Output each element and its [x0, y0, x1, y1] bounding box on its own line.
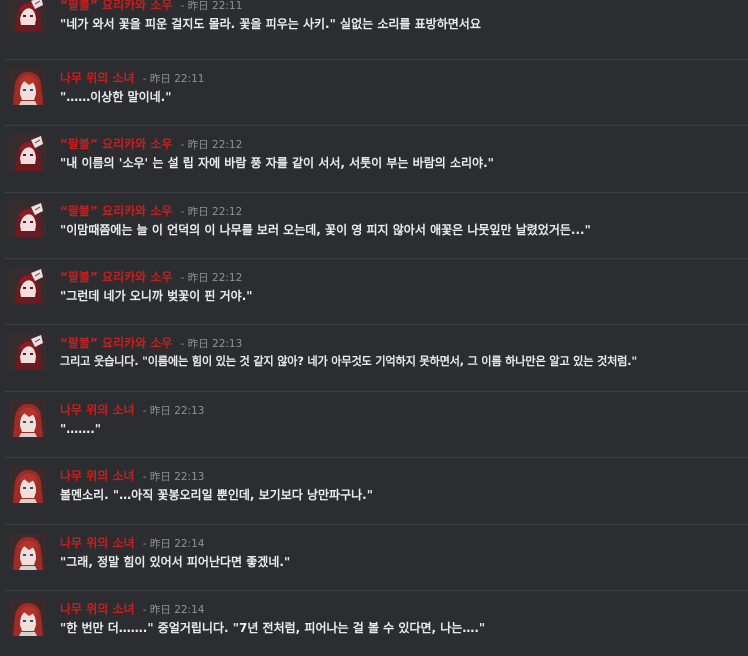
chat-message: “팔불” 요리카와 소우 - 昨日 22:12 "그런데 네가 오니까 벚꽃이 … [0, 258, 748, 324]
author-name[interactable]: “팔불” 요리카와 소우 [60, 270, 172, 284]
message-divider [4, 590, 748, 591]
timestamp: - 昨日 22:12 [180, 139, 243, 151]
chat-message: “팔불” 요리카와 소우 - 昨日 22:11 "네가 와서 꽃을 피운 걸지도… [0, 0, 748, 52]
message-header: “팔불” 요리카와 소우 - 昨日 22:11 [60, 0, 242, 13]
message-text: "……." [60, 422, 102, 436]
chat-message: 나무 위의 소녀 - 昨日 22:14 "그래, 정말 힘이 있어서 피어난다면… [0, 524, 748, 590]
author-name[interactable]: “팔불” 요리카와 소우 [60, 204, 172, 218]
message-text: "그래, 정말 힘이 있어서 피어난다면 좋겠네." [60, 555, 291, 569]
chat-message: “팔불” 요리카와 소우 - 昨日 22:12 "내 이름의 '소우' 는 설 … [0, 125, 748, 191]
message-header: 나무 위의 소녀 - 昨日 22:14 [60, 533, 204, 551]
chat-message: 나무 위의 소녀 - 昨日 22:13 "……." [0, 391, 748, 457]
girl-avatar-icon[interactable] [9, 400, 46, 437]
author-name[interactable]: “팔불” 요리카와 소우 [60, 336, 172, 350]
timestamp: - 昨日 22:12 [180, 272, 243, 284]
chat-message: “팔불” 요리카와 소우 - 昨日 22:12 "이맘때쯤에는 늘 이 언덕의 … [0, 192, 748, 258]
message-text: "이맘때쯤에는 늘 이 언덕의 이 나무를 보러 오는데, 꽃이 영 피지 않아… [60, 223, 591, 237]
message-text: "……이상한 말이네." [60, 90, 172, 104]
author-name[interactable]: “팔불” 요리카와 소우 [60, 137, 172, 151]
timestamp: - 昨日 22:14 [142, 604, 205, 616]
timestamp: - 昨日 22:11 [142, 73, 205, 85]
message-divider [4, 524, 748, 525]
message-divider [4, 324, 748, 325]
timestamp: - 昨日 22:11 [180, 0, 243, 12]
timestamp: - 昨日 22:12 [180, 206, 243, 218]
message-header: “팔불” 요리카와 소우 - 昨日 22:13 [60, 333, 242, 351]
message-header: 나무 위의 소녀 - 昨日 22:13 [60, 400, 204, 418]
timestamp: - 昨日 22:14 [142, 538, 205, 550]
message-divider [4, 457, 748, 458]
author-name[interactable]: 나무 위의 소녀 [60, 469, 135, 483]
message-text: 볼멘소리. "…아직 꽃봉오리일 뿐인데, 보기보다 낭만파구나." [60, 488, 373, 502]
girl-avatar-icon[interactable] [9, 466, 46, 503]
soun-avatar-icon[interactable] [9, 134, 46, 171]
soun-avatar-icon[interactable] [9, 0, 46, 32]
author-name[interactable]: “팔불” 요리카와 소우 [60, 0, 172, 12]
timestamp: - 昨日 22:13 [180, 338, 243, 350]
chat-message: 나무 위의 소녀 - 昨日 22:11 "……이상한 말이네." [0, 59, 748, 125]
author-name[interactable]: 나무 위의 소녀 [60, 403, 135, 417]
message-header: 나무 위의 소녀 - 昨日 22:14 [60, 599, 204, 617]
message-divider [4, 59, 748, 60]
chat-message: 나무 위의 소녀 - 昨日 22:13 볼멘소리. "…아직 꽃봉오리일 뿐인데… [0, 457, 748, 523]
soun-avatar-icon[interactable] [9, 267, 46, 304]
message-text: "내 이름의 '소우' 는 설 립 자에 바람 풍 자를 같이 서서, 서툿이 … [60, 156, 494, 170]
message-divider [4, 391, 748, 392]
message-divider [4, 125, 748, 126]
message-text: 그리고 웃습니다. "이름에는 힘이 있는 것 같지 않아? 네가 아무것도 기… [60, 355, 637, 368]
chat-message: “팔불” 요리카와 소우 - 昨日 22:13 그리고 웃습니다. "이름에는 … [0, 324, 748, 390]
soun-avatar-icon[interactable] [9, 201, 46, 238]
soun-avatar-icon[interactable] [9, 333, 46, 370]
message-header: 나무 위의 소녀 - 昨日 22:13 [60, 466, 204, 484]
message-divider [4, 192, 748, 193]
message-header: 나무 위의 소녀 - 昨日 22:11 [60, 68, 204, 86]
chat-message: 나무 위의 소녀 - 昨日 22:14 "한 번만 더……." 중얼거립니다. … [0, 590, 748, 656]
message-header: “팔불” 요리카와 소우 - 昨日 22:12 [60, 267, 242, 285]
author-name[interactable]: 나무 위의 소녀 [60, 602, 135, 616]
girl-avatar-icon[interactable] [9, 68, 46, 105]
timestamp: - 昨日 22:13 [142, 405, 205, 417]
message-text: "그런데 네가 오니까 벚꽃이 핀 거야." [60, 289, 253, 303]
timestamp: - 昨日 22:13 [142, 471, 205, 483]
message-header: “팔불” 요리카와 소우 - 昨日 22:12 [60, 134, 242, 152]
message-text: "한 번만 더……." 중얼거립니다. "7년 전처럼, 피어나는 걸 볼 수 … [60, 621, 486, 635]
author-name[interactable]: 나무 위의 소녀 [60, 71, 135, 85]
chat-log: “팔불” 요리카와 소우 - 昨日 22:11 "네가 와서 꽃을 피운 걸지도… [0, 0, 748, 638]
girl-avatar-icon[interactable] [9, 599, 46, 636]
message-header: “팔불” 요리카와 소우 - 昨日 22:12 [60, 201, 242, 219]
girl-avatar-icon[interactable] [9, 533, 46, 570]
author-name[interactable]: 나무 위의 소녀 [60, 536, 135, 550]
message-text: "네가 와서 꽃을 피운 걸지도 몰라. 꽃을 피우는 사키." 실없는 소리를… [60, 17, 481, 31]
message-divider [4, 258, 748, 259]
